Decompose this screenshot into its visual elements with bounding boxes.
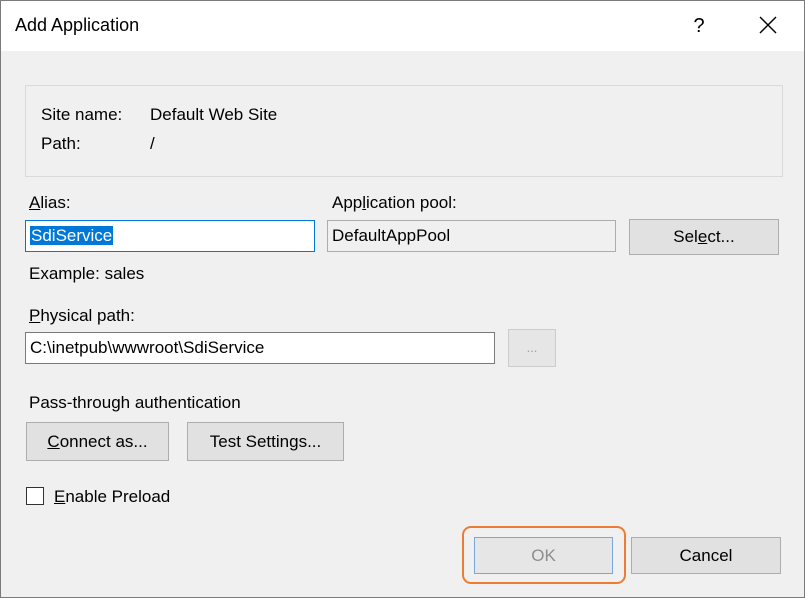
application-pool-label-post: ication pool: (366, 193, 457, 212)
enable-preload-mnemonic: E (54, 487, 66, 506)
enable-preload-label-text: nable Preload (65, 487, 171, 506)
application-pool-value: DefaultAppPool (332, 226, 451, 245)
test-settings-label-pre: Test Settin (209, 432, 290, 451)
application-pool-label: Application pool: (332, 193, 457, 213)
select-pool-button[interactable]: Select... (629, 219, 779, 255)
path-value: / (150, 134, 155, 153)
path-label: Path: (41, 134, 81, 153)
alias-label: Alias: (29, 193, 71, 213)
alias-example: Example: sales (29, 264, 145, 283)
browse-path-button[interactable]: ... (508, 329, 556, 367)
close-button[interactable] (751, 11, 785, 41)
select-pool-label-pre: Sel (673, 227, 698, 246)
connect-as-label: onnect as... (59, 432, 148, 451)
test-settings-mnemonic: g (289, 432, 299, 451)
physical-path-label: Physical path: (29, 306, 135, 326)
connect-as-mnemonic: C (47, 432, 60, 451)
pass-through-auth-label: Pass-through authentication (29, 393, 241, 412)
test-settings-button[interactable]: Test Settings... (187, 422, 344, 461)
enable-preload-label[interactable]: Enable Preload (54, 487, 170, 507)
physical-path-label-text: hysical path: (40, 306, 135, 325)
cancel-button[interactable]: Cancel (631, 537, 781, 574)
physical-path-value: C:\inetpub\wwwroot\SdiService (30, 338, 265, 357)
application-pool-field: DefaultAppPool (327, 220, 616, 252)
add-application-dialog: Add Application ? Site name: Default Web… (0, 0, 805, 598)
title-bar: Add Application ? (1, 1, 804, 51)
alias-input-value: SdiService (30, 226, 114, 245)
connect-as-button[interactable]: Connect as... (26, 422, 169, 461)
dialog-title: Add Application (15, 15, 140, 35)
site-name-value: Default Web Site (150, 105, 278, 124)
physical-path-input[interactable]: C:\inetpub\wwwroot\SdiService (25, 332, 495, 364)
alias-mnemonic: A (29, 193, 41, 212)
alias-label-text: lias: (40, 193, 71, 212)
enable-preload-checkbox[interactable] (26, 487, 44, 505)
help-button[interactable]: ? (686, 11, 712, 41)
select-pool-mnemonic: e (697, 227, 708, 246)
close-icon (759, 16, 777, 34)
test-settings-label-post: s... (298, 432, 322, 451)
physical-path-mnemonic: P (29, 306, 41, 325)
site-info-panel: Site name: Default Web Site Path: / (25, 85, 783, 177)
site-name-label: Site name: (41, 105, 123, 124)
select-pool-label-post: ct... (707, 227, 735, 246)
ok-button[interactable]: OK (474, 537, 613, 574)
alias-input[interactable]: SdiService (25, 220, 315, 252)
application-pool-label-pre: App (332, 193, 363, 212)
